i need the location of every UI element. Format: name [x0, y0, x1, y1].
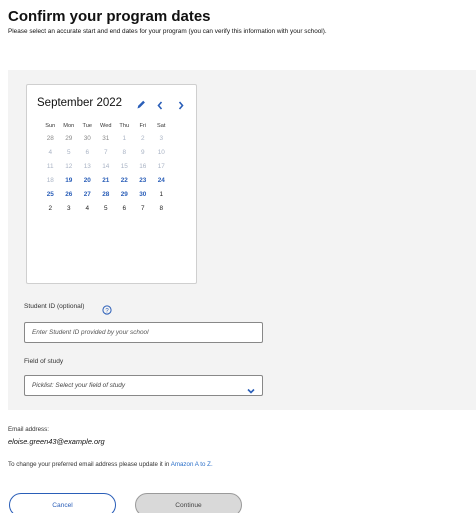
calendar-day[interactable]: 28 [97, 191, 116, 198]
calendar-week-row: 18 19 20 21 22 23 24 [41, 173, 171, 187]
calendar-day[interactable]: 1 [152, 191, 171, 198]
date-picker-calendar: September 2022 Sun Mon Tue Wed Thu Fri S… [26, 84, 197, 284]
calendar-day[interactable]: 22 [115, 177, 134, 184]
calendar-day[interactable]: 27 [78, 191, 97, 198]
continue-button[interactable]: Continue [135, 493, 242, 513]
calendar-day: 6 [85, 148, 90, 156]
page-title: Confirm your program dates [8, 8, 211, 25]
calendar-day[interactable]: 19 [60, 177, 79, 184]
calendar-day: 4 [48, 148, 53, 156]
calendar-day: 5 [66, 148, 71, 156]
calendar-month-label: September 2022 [37, 97, 123, 109]
calendar-day: 28 [46, 134, 54, 142]
calendar-week-row: 25 26 27 28 29 30 1 [41, 187, 171, 201]
calendar-week-row: 28 29 30 31 1 2 3 [41, 131, 171, 145]
calendar-day: 11 [46, 162, 54, 170]
calendar-day[interactable]: 20 [78, 177, 97, 184]
calendar-day[interactable]: 26 [60, 191, 79, 198]
calendar-day: 18 [46, 176, 54, 184]
calendar-day: 14 [102, 162, 110, 170]
calendar-day: 16 [139, 162, 147, 170]
calendar-day[interactable]: 30 [134, 191, 153, 198]
calendar-header: September 2022 [37, 97, 192, 111]
chevron-left-icon[interactable] [155, 98, 165, 110]
amazon-a-to-z-link[interactable]: Amazon A to Z. [171, 461, 213, 468]
weekday-label: Wed [100, 123, 112, 129]
calendar-day: 31 [102, 134, 110, 142]
weekday-label: Sat [157, 123, 166, 129]
page-subtitle: Please select an accurate start and end … [8, 28, 327, 35]
calendar-day: 29 [65, 134, 73, 142]
change-email-text: To change your preferred email address p… [8, 461, 171, 468]
calendar-day[interactable]: 21 [97, 177, 116, 184]
calendar-day[interactable]: 7 [134, 205, 153, 212]
calendar-day: 1 [122, 134, 127, 142]
calendar-day: 10 [157, 148, 165, 156]
calendar-day: 13 [83, 162, 91, 170]
calendar-week-row: 11 12 13 14 15 16 17 [41, 159, 171, 173]
calendar-day: 30 [83, 134, 91, 142]
calendar-day[interactable]: 29 [115, 191, 134, 198]
calendar-day[interactable]: 6 [115, 205, 134, 212]
calendar-grid: Sun Mon Tue Wed Thu Fri Sat 28 29 30 31 1 2 3 4… [41, 121, 171, 215]
calendar-day: 15 [120, 162, 128, 170]
calendar-day[interactable]: 4 [78, 205, 97, 212]
calendar-day[interactable]: 3 [60, 205, 79, 212]
info-icon[interactable]: ? [102, 302, 112, 315]
chevron-down-icon [246, 382, 256, 394]
calendar-day[interactable]: 23 [134, 177, 153, 184]
calendar-day: 17 [157, 162, 165, 170]
calendar-day[interactable]: 25 [41, 191, 60, 198]
calendar-day[interactable]: 5 [97, 205, 116, 212]
weekday-header-row: Sun Mon Tue Wed Thu Fri Sat [41, 121, 171, 131]
calendar-day[interactable]: 24 [152, 177, 171, 184]
field-of-study-selected: Picklist: Select your field of study [32, 382, 126, 389]
change-email-note: To change your preferred email address p… [8, 461, 213, 468]
calendar-day: 2 [140, 134, 145, 142]
field-of-study-label: Field of study [24, 358, 64, 365]
weekday-label: Tue [82, 123, 92, 129]
pencil-icon[interactable] [136, 97, 146, 109]
weekday-label: Thu [119, 123, 130, 129]
email-value: eloise.green43@example.org [8, 437, 105, 446]
weekday-label: Sun [45, 123, 56, 129]
student-id-input[interactable] [24, 322, 263, 343]
calendar-week-row: 2345678 [41, 201, 171, 215]
field-of-study-select[interactable]: Picklist: Select your field of study [24, 375, 263, 396]
chevron-right-icon[interactable] [176, 98, 186, 110]
cancel-button[interactable]: Cancel [9, 493, 116, 513]
student-id-label: Student ID (optional) [24, 303, 85, 310]
calendar-day: 7 [103, 148, 108, 156]
weekday-label: Mon [63, 123, 75, 129]
calendar-week-row: 4 5 6 7 8 9 10 [41, 145, 171, 159]
calendar-day: 9 [140, 148, 145, 156]
calendar-day: 8 [122, 148, 127, 156]
calendar-day[interactable]: 8 [152, 205, 171, 212]
calendar-day[interactable]: 2 [41, 205, 60, 212]
calendar-day: 12 [65, 162, 73, 170]
email-label: Email address: [8, 426, 49, 433]
weekday-label: Fri [139, 123, 147, 129]
calendar-day: 3 [159, 134, 164, 142]
